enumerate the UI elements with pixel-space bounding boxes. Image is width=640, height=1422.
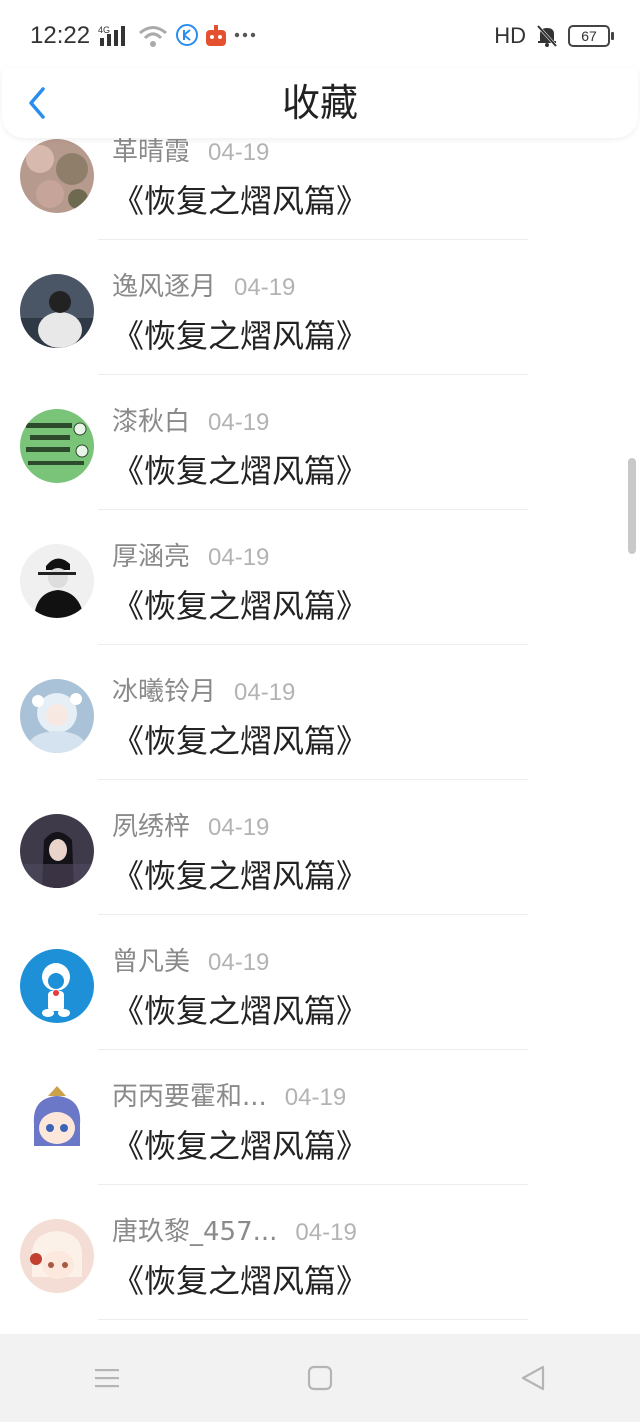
post-title[interactable]: 《恢复之熠风篇》 bbox=[112, 1124, 368, 1168]
square-home-icon bbox=[307, 1365, 333, 1391]
user-name-text: 唐玖黎_457... bbox=[112, 1217, 278, 1247]
post-title[interactable]: 《恢复之熠风篇》 bbox=[112, 1259, 368, 1303]
user-name-text: 丙丙要霍和... bbox=[112, 1082, 267, 1112]
user-name: 厚涵亮 04-19 bbox=[112, 540, 269, 575]
post-title[interactable]: 《恢复之熠风篇》 bbox=[112, 989, 368, 1033]
user-name: 唐玖黎_457... 04-19 bbox=[112, 1215, 357, 1250]
list-item[interactable]: 冰曦铃月 04-19 《恢复之熠风篇》 bbox=[0, 645, 640, 780]
post-date: 04-19 bbox=[208, 949, 270, 976]
status-right-group: HD 67 bbox=[494, 20, 614, 52]
more-notifications-icon bbox=[234, 32, 256, 38]
battery-indicator: 67 bbox=[568, 25, 614, 47]
avatar-image bbox=[20, 679, 94, 753]
avatar-image bbox=[20, 1084, 94, 1158]
post-title[interactable]: 《恢复之熠风篇》 bbox=[112, 179, 368, 223]
avatar[interactable] bbox=[20, 544, 94, 618]
user-name-text: 厚涵亮 bbox=[112, 542, 191, 572]
list-item[interactable]: 曾凡美 04-19 《恢复之熠风篇》 bbox=[0, 915, 640, 1050]
list-item[interactable]: 漆秋白 04-19 《恢复之熠风篇》 bbox=[0, 375, 640, 510]
list-item[interactable]: 厚涵亮 04-19 《恢复之熠风篇》 bbox=[0, 510, 640, 645]
page-title: 收藏 bbox=[281, 81, 358, 125]
post-date: 04-19 bbox=[234, 679, 296, 706]
avatar[interactable] bbox=[20, 1219, 94, 1293]
avatar[interactable] bbox=[20, 274, 94, 348]
list-item[interactable]: 丙丙要霍和... 04-19 《恢复之熠风篇》 bbox=[0, 1050, 640, 1185]
user-name-text: 曾凡美 bbox=[112, 947, 191, 977]
user-name: 逸风逐月 04-19 bbox=[112, 270, 295, 305]
user-name: 革晴霞 04-19 bbox=[112, 135, 269, 170]
menu-button[interactable] bbox=[77, 1348, 137, 1408]
signal-icon: 4G bbox=[98, 25, 125, 46]
avatar-image bbox=[20, 814, 94, 888]
user-name-text: 漆秋白 bbox=[112, 407, 191, 437]
avatar-image bbox=[20, 409, 94, 483]
avatar[interactable] bbox=[20, 1084, 94, 1158]
user-name: 丙丙要霍和... 04-19 bbox=[112, 1080, 346, 1115]
user-name-text: 夙绣梓 bbox=[112, 812, 191, 842]
post-date: 04-19 bbox=[295, 1219, 357, 1246]
hd-indicator: HD bbox=[494, 23, 526, 48]
mute-bell-icon bbox=[536, 24, 558, 48]
divider bbox=[98, 1319, 528, 1320]
list-item[interactable]: 逸风逐月 04-19 《恢复之熠风篇》 bbox=[0, 240, 640, 375]
list-item[interactable]: 唐玖黎_457... 04-19 《恢复之熠风篇》 bbox=[0, 1185, 640, 1320]
avatar-image bbox=[20, 544, 94, 618]
red-app-icon bbox=[206, 25, 226, 46]
post-title[interactable]: 《恢复之熠风篇》 bbox=[112, 719, 368, 763]
status-time: 12:22 bbox=[30, 22, 91, 49]
avatar-image bbox=[20, 949, 94, 1023]
post-date: 04-19 bbox=[234, 274, 296, 301]
nav-back-button[interactable] bbox=[503, 1348, 563, 1408]
avatar[interactable] bbox=[20, 139, 94, 213]
menu-icon bbox=[94, 1369, 119, 1388]
wifi-icon bbox=[139, 26, 167, 47]
scrollbar[interactable] bbox=[628, 458, 636, 554]
post-date: 04-19 bbox=[208, 544, 270, 571]
avatar[interactable] bbox=[20, 949, 94, 1023]
list-item[interactable]: 夙绣梓 04-19 《恢复之熠风篇》 bbox=[0, 780, 640, 915]
user-name: 曾凡美 04-19 bbox=[112, 945, 269, 980]
user-name: 冰曦铃月 04-19 bbox=[112, 675, 295, 710]
user-name-text: 逸风逐月 bbox=[112, 272, 217, 302]
post-date: 04-19 bbox=[208, 139, 270, 166]
user-name-text: 革晴霞 bbox=[112, 137, 191, 167]
post-title[interactable]: 《恢复之熠风篇》 bbox=[112, 584, 368, 628]
avatar-image bbox=[20, 139, 94, 213]
post-title[interactable]: 《恢复之熠风篇》 bbox=[112, 314, 368, 358]
avatar[interactable] bbox=[20, 679, 94, 753]
avatar-image bbox=[20, 274, 94, 348]
system-nav-bar bbox=[0, 1334, 640, 1422]
user-name: 漆秋白 04-19 bbox=[112, 405, 269, 440]
avatar[interactable] bbox=[20, 409, 94, 483]
post-date: 04-19 bbox=[208, 814, 270, 841]
status-bar: 12:22 4G HD 67 bbox=[0, 0, 640, 68]
network-type-label: 4G bbox=[98, 25, 110, 35]
post-date: 04-19 bbox=[208, 409, 270, 436]
avatar-image bbox=[20, 1219, 94, 1293]
post-date: 04-19 bbox=[284, 1084, 347, 1111]
user-name: 夙绣梓 04-19 bbox=[112, 810, 269, 845]
k-app-icon bbox=[176, 24, 198, 46]
avatar[interactable] bbox=[20, 814, 94, 888]
post-title[interactable]: 《恢复之熠风篇》 bbox=[112, 449, 368, 493]
post-title[interactable]: 《恢复之熠风篇》 bbox=[112, 854, 368, 898]
home-button[interactable] bbox=[290, 1348, 350, 1408]
user-name-text: 冰曦铃月 bbox=[112, 677, 217, 707]
triangle-back-icon bbox=[522, 1365, 545, 1391]
favorites-list: 革晴霞 04-19 《恢复之熠风篇》 逸风逐月 04-19 《恢复之熠风篇》 漆… bbox=[0, 105, 640, 1320]
header-bar: 收藏 bbox=[2, 68, 638, 138]
